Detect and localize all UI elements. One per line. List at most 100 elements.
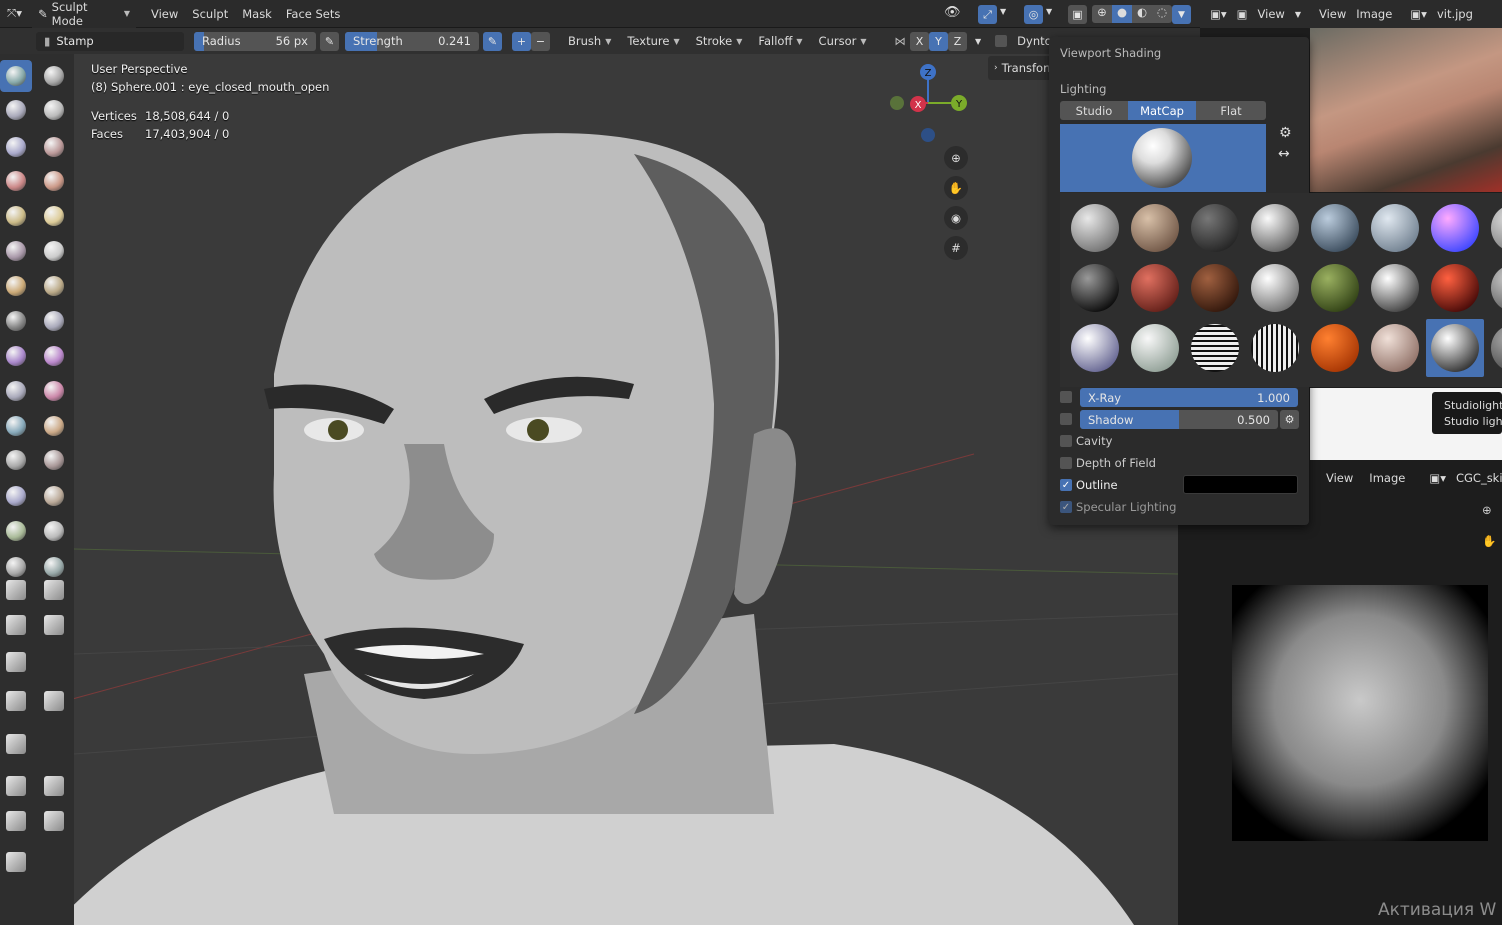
menu-view-a[interactable]: View [1258,7,1285,21]
matcap-silver[interactable] [1071,204,1119,252]
outline-color-swatch[interactable] [1183,475,1298,494]
cavity-label[interactable]: Cavity [1076,434,1112,448]
clay-thumb-brush-tool[interactable] [0,131,32,163]
shadow-slider[interactable]: Shadow 0.500 [1080,410,1278,429]
pose-brush-tool[interactable] [38,375,70,407]
matcap-metal-blue[interactable] [1311,204,1359,252]
matcap-stripes-vertical[interactable] [1251,324,1299,372]
xray-slider[interactable]: X-Ray 1.000 [1080,388,1298,407]
draw-sharp-brush-tool[interactable] [38,60,70,92]
image-browse-icon[interactable]: ▣▾ [1410,7,1427,21]
elastic-deform-brush-tool[interactable] [0,340,32,372]
symmetry-dropdown-icon[interactable]: ▼ [975,37,981,46]
draw-brush-tool[interactable] [0,60,32,92]
add-direction-button[interactable]: + [512,31,531,51]
strength-pressure-icon[interactable]: ✎ [483,31,502,51]
menu-image[interactable]: Image [1356,7,1392,21]
camera-icon[interactable]: ◉ [944,206,968,230]
symmetry-x-button[interactable]: X [910,31,930,51]
mode-dropdown[interactable]: ✎ Sculpt Mode ▼ [32,0,136,31]
cursor-menu[interactable]: Cursor ▼ [812,31,873,51]
cavity-checkbox[interactable] [1060,435,1072,447]
boundary-brush-tool[interactable] [38,444,70,476]
3d-viewport[interactable]: User Perspective (8) Sphere.001 : eye_cl… [74,54,1178,925]
flatten-brush-tool[interactable] [0,235,32,267]
specular-label[interactable]: Specular Lighting [1076,500,1176,514]
slide-relax-brush-tool[interactable] [0,444,32,476]
matcap-red-clay[interactable] [1131,264,1179,312]
menu-sculpt[interactable]: Sculpt [185,4,235,24]
wireframe-shading-icon[interactable]: ⊕ [1092,5,1112,23]
matcap-stripes-horizontal[interactable] [1191,324,1239,372]
layer-brush-tool[interactable] [38,131,70,163]
crease-brush-tool[interactable] [0,200,32,232]
simplify-brush-tool[interactable] [38,480,70,512]
material-shading-icon[interactable]: ◐ [1132,5,1152,23]
annotate-tool[interactable] [0,846,32,878]
menu-view[interactable]: View [144,4,185,24]
matcap-reflection[interactable] [1071,324,1119,372]
navigation-gizmo[interactable]: Z Y X [884,62,974,152]
rendered-shading-icon[interactable]: ◌ [1152,5,1172,23]
blob-brush-tool[interactable] [38,165,70,197]
box-trim-tool[interactable] [38,609,70,641]
matcap-orange[interactable] [1311,324,1359,372]
mesh-filter-tool[interactable] [0,685,32,717]
gizmo-neg-z-handle[interactable] [921,128,935,142]
smooth-brush-tool[interactable] [38,200,70,232]
matcap-gray[interactable] [1491,204,1502,252]
shadow-checkbox[interactable] [1060,413,1072,425]
cloth-brush-tool[interactable] [0,480,32,512]
matcap-pearl[interactable] [1371,204,1419,252]
draw-face-sets-brush-tool[interactable] [38,515,70,547]
box-mask-tool[interactable] [0,574,32,606]
thumb-brush-tool[interactable] [0,375,32,407]
grab-brush-tool[interactable] [38,305,70,337]
rotate-brush-tool[interactable] [38,410,70,442]
menu-view-bottom[interactable]: View [1326,471,1353,485]
matcap-black-rim[interactable] [1071,264,1119,312]
matcap-gray-2[interactable] [1491,264,1502,312]
xray-checkbox[interactable] [1060,391,1072,403]
scale-tool[interactable] [0,805,32,837]
gizmo-neg-y-handle[interactable] [890,96,904,110]
falloff-menu[interactable]: Falloff ▼ [752,31,809,51]
box-face-set-tool[interactable] [0,609,32,641]
matcap-rainbow[interactable] [1431,204,1479,252]
dof-checkbox[interactable] [1060,457,1072,469]
ortho-grid-icon[interactable]: # [944,236,968,260]
matcap-zebra[interactable] [1371,264,1419,312]
pan-hand-icon[interactable]: ✋ [1482,534,1496,548]
view-dropdown-icon[interactable]: ▣ [1237,7,1248,21]
clay-brush-tool[interactable] [0,94,32,126]
shading-popover-button[interactable]: ▼ [1172,5,1191,24]
inflate-brush-tool[interactable] [0,165,32,197]
image-name[interactable]: vit.jpg [1437,7,1473,21]
brush-selector[interactable]: ▮ Stamp [36,31,184,51]
pinch-brush-tool[interactable] [0,305,32,337]
scrape-brush-tool[interactable] [0,270,32,302]
strength-field[interactable]: Strength 0.241 [345,31,479,51]
matcap-chrome[interactable] [1251,204,1299,252]
zoom-icon[interactable]: ⊕ [944,146,968,170]
stroke-menu[interactable]: Stroke ▼ [689,31,749,51]
matcap-brown-clay[interactable] [1191,264,1239,312]
overlay-toggle-icon[interactable]: ◎ [1024,5,1043,24]
matcap-olive[interactable] [1311,264,1359,312]
editor-type-icon[interactable]: ▣▾ [1210,7,1227,21]
line-project-tool[interactable] [0,646,32,678]
outline-label[interactable]: Outline [1076,478,1118,492]
radius-field[interactable]: Radius 56 px [194,31,316,51]
lighting-matcap-button[interactable]: MatCap [1128,101,1196,120]
symmetry-z-button[interactable]: Z [948,31,968,51]
symmetry-y-button[interactable]: Y [929,31,949,51]
nudge-brush-tool[interactable] [0,410,32,442]
fill-brush-tool[interactable] [38,235,70,267]
subtract-direction-button[interactable]: − [531,31,550,51]
box-hide-tool[interactable] [38,574,70,606]
matcap-soft-white[interactable] [1251,264,1299,312]
menu-image-bottom[interactable]: Image [1369,471,1405,485]
clay-strips-brush-tool[interactable] [38,94,70,126]
solid-shading-icon[interactable]: ● [1112,5,1132,23]
texture-menu[interactable]: Texture ▼ [621,31,686,51]
